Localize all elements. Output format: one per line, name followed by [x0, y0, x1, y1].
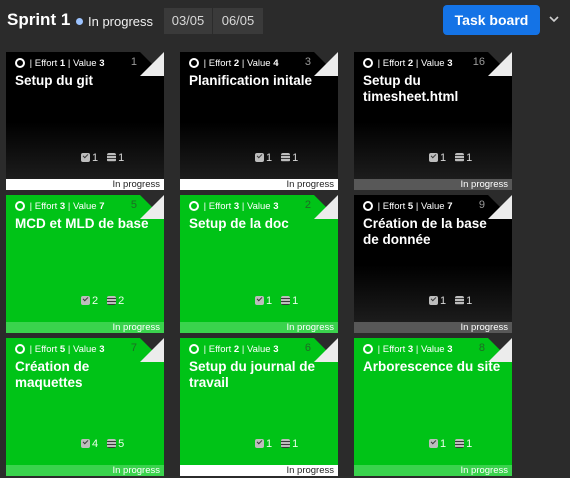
sprint-header: Sprint 1 In progress 03/05 06/05 Task bo… [0, 0, 570, 42]
story-card[interactable]: 8 | Effort 3 | Value 3 Arborescence du s… [354, 338, 512, 476]
status-bar: In progress [6, 465, 164, 476]
story-number: 9 [478, 199, 485, 211]
task-board-button[interactable]: Task board [443, 5, 540, 35]
status-bar: In progress [354, 322, 512, 333]
sprint-title: Sprint 1 [7, 10, 71, 29]
story-title: Setup du journal de travail [189, 359, 316, 390]
story-meta: | Effort 2 | Value 3 [189, 344, 279, 355]
circle-icon [363, 201, 373, 211]
status-bar: In progress [180, 322, 338, 333]
story-counts: 11 [429, 295, 507, 307]
status-bar: In progress [354, 179, 512, 190]
story-counts: 45 [81, 438, 159, 450]
list-icon [281, 439, 291, 448]
checkbox-icon [255, 439, 264, 448]
story-number: 8 [478, 342, 485, 354]
story-counts: 11 [255, 295, 333, 307]
story-title: MCD et MLD de base [15, 216, 149, 231]
story-title: Setup du timesheet.html [363, 73, 459, 104]
status-bar: In progress [354, 465, 512, 476]
story-counts: 11 [429, 152, 507, 164]
story-number: 16 [472, 56, 485, 68]
story-number: 2 [304, 199, 311, 211]
sprint-start-date[interactable]: 03/05 [164, 8, 212, 34]
status-bar: In progress [6, 179, 164, 190]
circle-icon [189, 201, 199, 211]
list-icon [455, 296, 465, 305]
list-icon [107, 296, 117, 305]
status-bar: In progress [6, 322, 164, 333]
story-meta: | Effort 1 | Value 3 [15, 58, 105, 69]
sprint-end-date[interactable]: 06/05 [213, 8, 263, 34]
chevron-down-icon[interactable] [548, 13, 560, 25]
story-counts: 11 [255, 438, 333, 450]
status-bar: In progress [180, 179, 338, 190]
checkbox-icon [429, 153, 438, 162]
list-icon [281, 296, 291, 305]
story-meta: | Effort 5 | Value 3 [15, 344, 105, 355]
checkbox-icon [255, 153, 264, 162]
story-card[interactable]: 7 | Effort 5 | Value 3 Création de maque… [6, 338, 164, 476]
status-dot-icon [76, 18, 83, 25]
circle-icon [363, 58, 373, 68]
story-card[interactable]: 16 | Effort 2 | Value 3 Setup du timeshe… [354, 52, 512, 190]
story-meta: | Effort 3 | Value 7 [15, 201, 105, 212]
story-number: 5 [130, 199, 137, 211]
story-card[interactable]: 9 | Effort 5 | Value 7 Création de la ba… [354, 195, 512, 333]
checkbox-icon [81, 296, 90, 305]
story-meta: | Effort 2 | Value 3 [363, 58, 453, 69]
story-card[interactable]: 6 | Effort 2 | Value 3 Setup du journal … [180, 338, 338, 476]
list-icon [107, 439, 117, 448]
list-icon [455, 439, 465, 448]
list-icon [107, 153, 117, 162]
circle-icon [15, 201, 25, 211]
story-counts: 11 [81, 152, 159, 164]
story-title: Création de la base de donnée [363, 216, 487, 247]
story-title: Planification initale [189, 73, 313, 88]
story-card[interactable]: 1 | Effort 1 | Value 3 Setup du git 11 I… [6, 52, 164, 190]
story-title: Création de maquettes [15, 359, 90, 390]
story-counts: 11 [429, 438, 507, 450]
circle-icon [189, 344, 199, 354]
checkbox-icon [255, 296, 264, 305]
story-card[interactable]: 3 | Effort 2 | Value 4 Planification ini… [180, 52, 338, 190]
checkbox-icon [81, 153, 90, 162]
list-icon [281, 153, 291, 162]
story-meta: | Effort 3 | Value 3 [363, 344, 453, 355]
circle-icon [363, 344, 373, 354]
story-number: 1 [130, 56, 137, 68]
story-title: Setup du git [15, 73, 93, 88]
story-meta: | Effort 2 | Value 4 [189, 58, 279, 69]
checkbox-icon [429, 296, 438, 305]
story-card[interactable]: 5 | Effort 3 | Value 7 MCD et MLD de bas… [6, 195, 164, 333]
story-number: 3 [304, 56, 311, 68]
circle-icon [15, 344, 25, 354]
sprint-status: In progress [88, 14, 154, 29]
story-meta: | Effort 3 | Value 3 [189, 201, 279, 212]
circle-icon [15, 58, 25, 68]
checkbox-icon [81, 439, 90, 448]
story-counts: 22 [81, 295, 159, 307]
story-number: 6 [304, 342, 311, 354]
list-icon [455, 153, 465, 162]
checkbox-icon [429, 439, 438, 448]
story-meta: | Effort 5 | Value 7 [363, 201, 453, 212]
story-title: Arborescence du site [363, 359, 501, 374]
circle-icon [189, 58, 199, 68]
story-counts: 11 [255, 152, 333, 164]
story-title: Setup de la doc [189, 216, 289, 231]
story-number: 7 [130, 342, 137, 354]
story-card[interactable]: 2 | Effort 3 | Value 3 Setup de la doc 1… [180, 195, 338, 333]
status-bar: In progress [180, 465, 338, 476]
